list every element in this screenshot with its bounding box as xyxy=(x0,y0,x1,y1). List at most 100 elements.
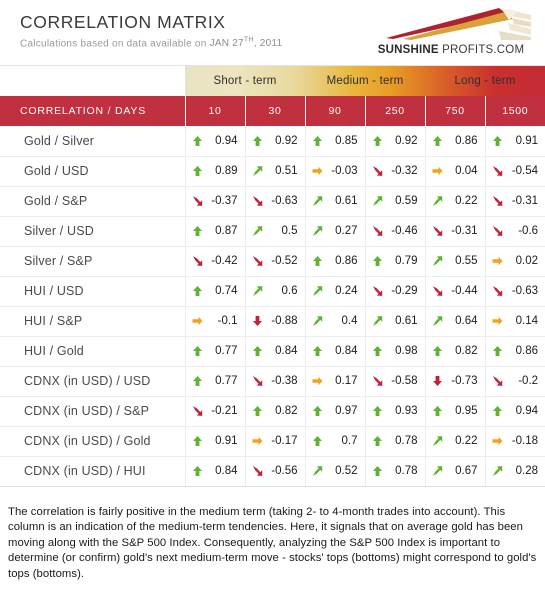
correlation-value: 0.77 xyxy=(215,345,238,357)
correlation-value: 0.7 xyxy=(341,435,358,447)
correlation-cell: 0.92 xyxy=(245,126,306,157)
correlation-cell: 0.95 xyxy=(425,396,486,427)
correlation-cell: 0.86 xyxy=(485,336,545,367)
arrow-up-icon xyxy=(192,466,202,476)
correlation-cell: 0.22 xyxy=(425,426,486,457)
table-row: Silver / USD 0.87 0.5 0.27 -0.46 -0.31 -0.6 xyxy=(0,216,545,247)
column-header-250[interactable]: 250 xyxy=(365,96,426,127)
arrow-down-right-icon xyxy=(252,256,262,266)
arrow-down-right-icon xyxy=(492,226,502,236)
arrow-down-right-icon xyxy=(192,406,202,416)
arrow-right-icon xyxy=(492,256,502,266)
arrow-down-right-icon xyxy=(252,376,262,386)
arrow-right-icon xyxy=(252,436,262,446)
table-row: CDNX (in USD) / Gold 0.91 -0.17 0.7 0.78 0.22… xyxy=(0,426,545,457)
arrow-up-icon xyxy=(192,166,202,176)
term-band-cell: Short - term Medium - term Long - term xyxy=(185,66,545,96)
subtitle-date-ordinal: TH xyxy=(243,37,254,44)
correlation-cell: 0.84 xyxy=(185,456,246,487)
column-header-10[interactable]: 10 xyxy=(185,96,246,127)
arrow-down-right-icon xyxy=(492,286,502,296)
correlation-cell: -0.1 xyxy=(185,306,246,337)
table-row: CDNX (in USD) / HUI 0.84 -0.56 0.52 0.78 0.67… xyxy=(0,456,545,487)
correlation-cell: -0.03 xyxy=(305,156,366,187)
correlation-value: 0.52 xyxy=(335,465,358,477)
row-label: CDNX (in USD) / USD xyxy=(0,366,186,397)
correlation-cell: 0.98 xyxy=(365,336,426,367)
row-label: CDNX (in USD) / Gold xyxy=(0,426,186,457)
arrow-up-icon xyxy=(432,346,442,356)
correlation-cell: 0.91 xyxy=(185,426,246,457)
correlation-cell: 0.59 xyxy=(365,186,426,217)
correlation-cell: 0.7 xyxy=(305,426,366,457)
correlation-cell: 0.93 xyxy=(365,396,426,427)
correlation-cell: 0.22 xyxy=(425,186,486,217)
correlation-value: 0.22 xyxy=(455,195,478,207)
correlation-cell: 0.91 xyxy=(485,126,545,157)
correlation-value: 0.95 xyxy=(455,405,478,417)
correlation-value: -0.63 xyxy=(511,285,539,297)
correlation-value: 0.93 xyxy=(395,405,418,417)
row-label: CDNX (in USD) / S&P xyxy=(0,396,186,427)
arrow-up-icon xyxy=(372,406,382,416)
correlation-value: -0.2 xyxy=(518,375,539,387)
correlation-cell: 0.82 xyxy=(425,336,486,367)
arrow-down-right-icon xyxy=(432,286,442,296)
correlation-value: 0.02 xyxy=(515,255,539,267)
arrow-down-right-icon xyxy=(492,166,502,176)
correlation-matrix-table: Short - term Medium - term Long - term C… xyxy=(0,66,545,487)
table-row: Silver / S&P -0.42 -0.52 0.86 0.79 0.55 0.02 xyxy=(0,246,545,277)
arrow-down-right-icon xyxy=(252,466,262,476)
correlation-value: 0.86 xyxy=(335,255,358,267)
correlation-cell: 0.79 xyxy=(365,246,426,277)
sunburst-rays-icon xyxy=(386,8,531,40)
row-label: Silver / S&P xyxy=(0,246,186,277)
correlation-value: -0.58 xyxy=(391,375,418,387)
correlation-cell: 0.85 xyxy=(305,126,366,157)
correlation-cell: -0.44 xyxy=(425,276,486,307)
arrow-right-icon xyxy=(492,316,502,326)
correlation-value: 0.85 xyxy=(335,135,358,147)
arrow-up-icon xyxy=(192,436,202,446)
correlation-value: -0.21 xyxy=(211,405,238,417)
correlation-cell: 0.52 xyxy=(305,456,366,487)
corner-header-label: CORRELATION / DAYS xyxy=(0,96,186,127)
correlation-cell: 0.61 xyxy=(305,186,366,217)
row-label: CDNX (in USD) / HUI xyxy=(0,456,186,487)
arrow-up-icon xyxy=(192,376,202,386)
term-gradient-band: Short - term Medium - term Long - term xyxy=(185,66,545,96)
correlation-cell: -0.58 xyxy=(365,366,426,397)
arrow-right-icon xyxy=(192,316,202,326)
correlation-value: 0.27 xyxy=(335,225,358,237)
correlation-cell: -0.32 xyxy=(365,156,426,187)
column-header-30[interactable]: 30 xyxy=(245,96,306,127)
correlation-value: -0.31 xyxy=(511,195,539,207)
correlation-value: 0.92 xyxy=(395,135,418,147)
correlation-value: 0.59 xyxy=(395,195,418,207)
column-header-750[interactable]: 750 xyxy=(425,96,486,127)
arrow-down-icon xyxy=(432,376,442,386)
correlation-cell: 0.6 xyxy=(245,276,306,307)
arrow-down-right-icon xyxy=(192,196,202,206)
column-header-1500[interactable]: 1500 xyxy=(485,96,545,127)
correlation-cell: 0.27 xyxy=(305,216,366,247)
term-band-spacer xyxy=(0,66,185,96)
correlation-cell: -0.88 xyxy=(245,306,306,337)
correlation-value: 0.04 xyxy=(455,165,478,177)
correlation-value: -0.38 xyxy=(271,375,298,387)
correlation-value: -0.42 xyxy=(211,255,238,267)
correlation-cell: -0.42 xyxy=(185,246,246,277)
column-header-90[interactable]: 90 xyxy=(305,96,366,127)
arrow-up-right-icon xyxy=(252,226,262,236)
correlation-value: 0.4 xyxy=(341,315,358,327)
term-label-long: Long - term xyxy=(454,75,516,87)
arrow-up-icon xyxy=(432,406,442,416)
correlation-cell: 0.4 xyxy=(305,306,366,337)
correlation-value: 0.97 xyxy=(335,405,358,417)
arrow-up-right-icon xyxy=(432,466,442,476)
arrow-up-icon xyxy=(432,136,442,146)
correlation-value: -0.1 xyxy=(217,315,238,327)
correlation-matrix-page: CORRELATION MATRIX Calculations based on… xyxy=(0,0,545,602)
logo-brand: SUNSHINE xyxy=(377,44,439,56)
arrow-up-icon xyxy=(312,436,322,446)
